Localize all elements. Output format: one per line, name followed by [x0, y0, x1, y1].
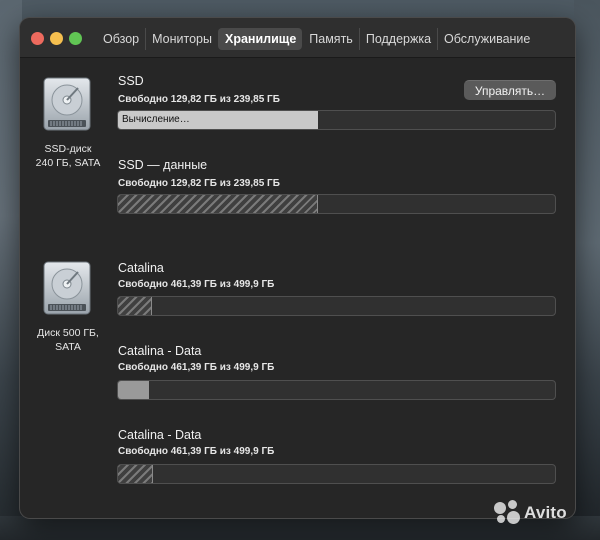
- desktop-background-left: [0, 0, 22, 540]
- tab-service[interactable]: Обслуживание: [437, 28, 536, 50]
- tab-displays[interactable]: Мониторы: [145, 28, 218, 50]
- titlebar: Обзор Мониторы Хранилище Память Поддержк…: [20, 18, 575, 58]
- tab-memory[interactable]: Память: [302, 28, 359, 50]
- drive-label-ssd: SSD-диск 240 ГБ, SATA: [20, 142, 118, 170]
- avito-wordmark: Avito: [524, 503, 567, 522]
- storage-bar: [117, 194, 556, 214]
- manage-button[interactable]: Управлять…: [464, 80, 556, 100]
- volume-name: Catalina: [118, 261, 164, 275]
- desktop-background-right: [574, 0, 600, 540]
- tab-support[interactable]: Поддержка: [358, 28, 437, 50]
- tab-bar: Обзор Мониторы Хранилище Память Поддержк…: [97, 28, 536, 50]
- drive-label-line: SATA: [55, 341, 81, 353]
- volume-name: Catalina - Data: [118, 428, 202, 442]
- close-button[interactable]: [31, 32, 44, 45]
- minimize-button[interactable]: [50, 32, 63, 45]
- volume-free-space: Свободно 461,39 ГБ из 499,9 ГБ: [118, 362, 275, 373]
- tab-storage[interactable]: Хранилище: [217, 28, 303, 50]
- volume-name: SSD: [118, 74, 144, 88]
- hard-drive-icon: [43, 77, 91, 131]
- storage-bar-fill: [118, 195, 318, 213]
- storage-bar-status: Вычисление…: [122, 114, 190, 125]
- storage-bar: [117, 464, 556, 484]
- hard-drive-icon: [43, 261, 91, 315]
- volume-name: SSD — данные: [118, 158, 208, 172]
- storage-bar-fill: [118, 381, 150, 399]
- volume-free-space: Свободно 461,39 ГБ из 499,9 ГБ: [118, 446, 275, 457]
- avito-watermark: Avito: [494, 500, 567, 526]
- volume-free-space: Свободно 461,39 ГБ из 499,9 ГБ: [118, 279, 275, 290]
- drive-label-line: 240 ГБ, SATA: [35, 157, 101, 169]
- storage-bar: Вычисление…: [117, 110, 556, 130]
- drive-label-line: Диск 500 ГБ,: [37, 327, 99, 339]
- storage-bar: [117, 380, 556, 400]
- zoom-button[interactable]: [69, 32, 82, 45]
- storage-bar: [117, 296, 556, 316]
- avito-logo-icon: [494, 500, 522, 526]
- about-this-mac-window: Обзор Мониторы Хранилище Память Поддержк…: [20, 18, 575, 518]
- volume-free-space: Свободно 129,82 ГБ из 239,85 ГБ: [118, 178, 280, 189]
- drive-label-line: SSD-диск: [44, 143, 92, 155]
- tab-overview[interactable]: Обзор: [97, 28, 145, 50]
- drive-label-hdd: Диск 500 ГБ, SATA: [20, 326, 118, 354]
- volume-name: Catalina - Data: [118, 344, 202, 358]
- storage-bar-fill: [118, 465, 153, 483]
- volume-free-space: Свободно 129,82 ГБ из 239,85 ГБ: [118, 94, 280, 105]
- storage-bar-fill: [118, 297, 152, 315]
